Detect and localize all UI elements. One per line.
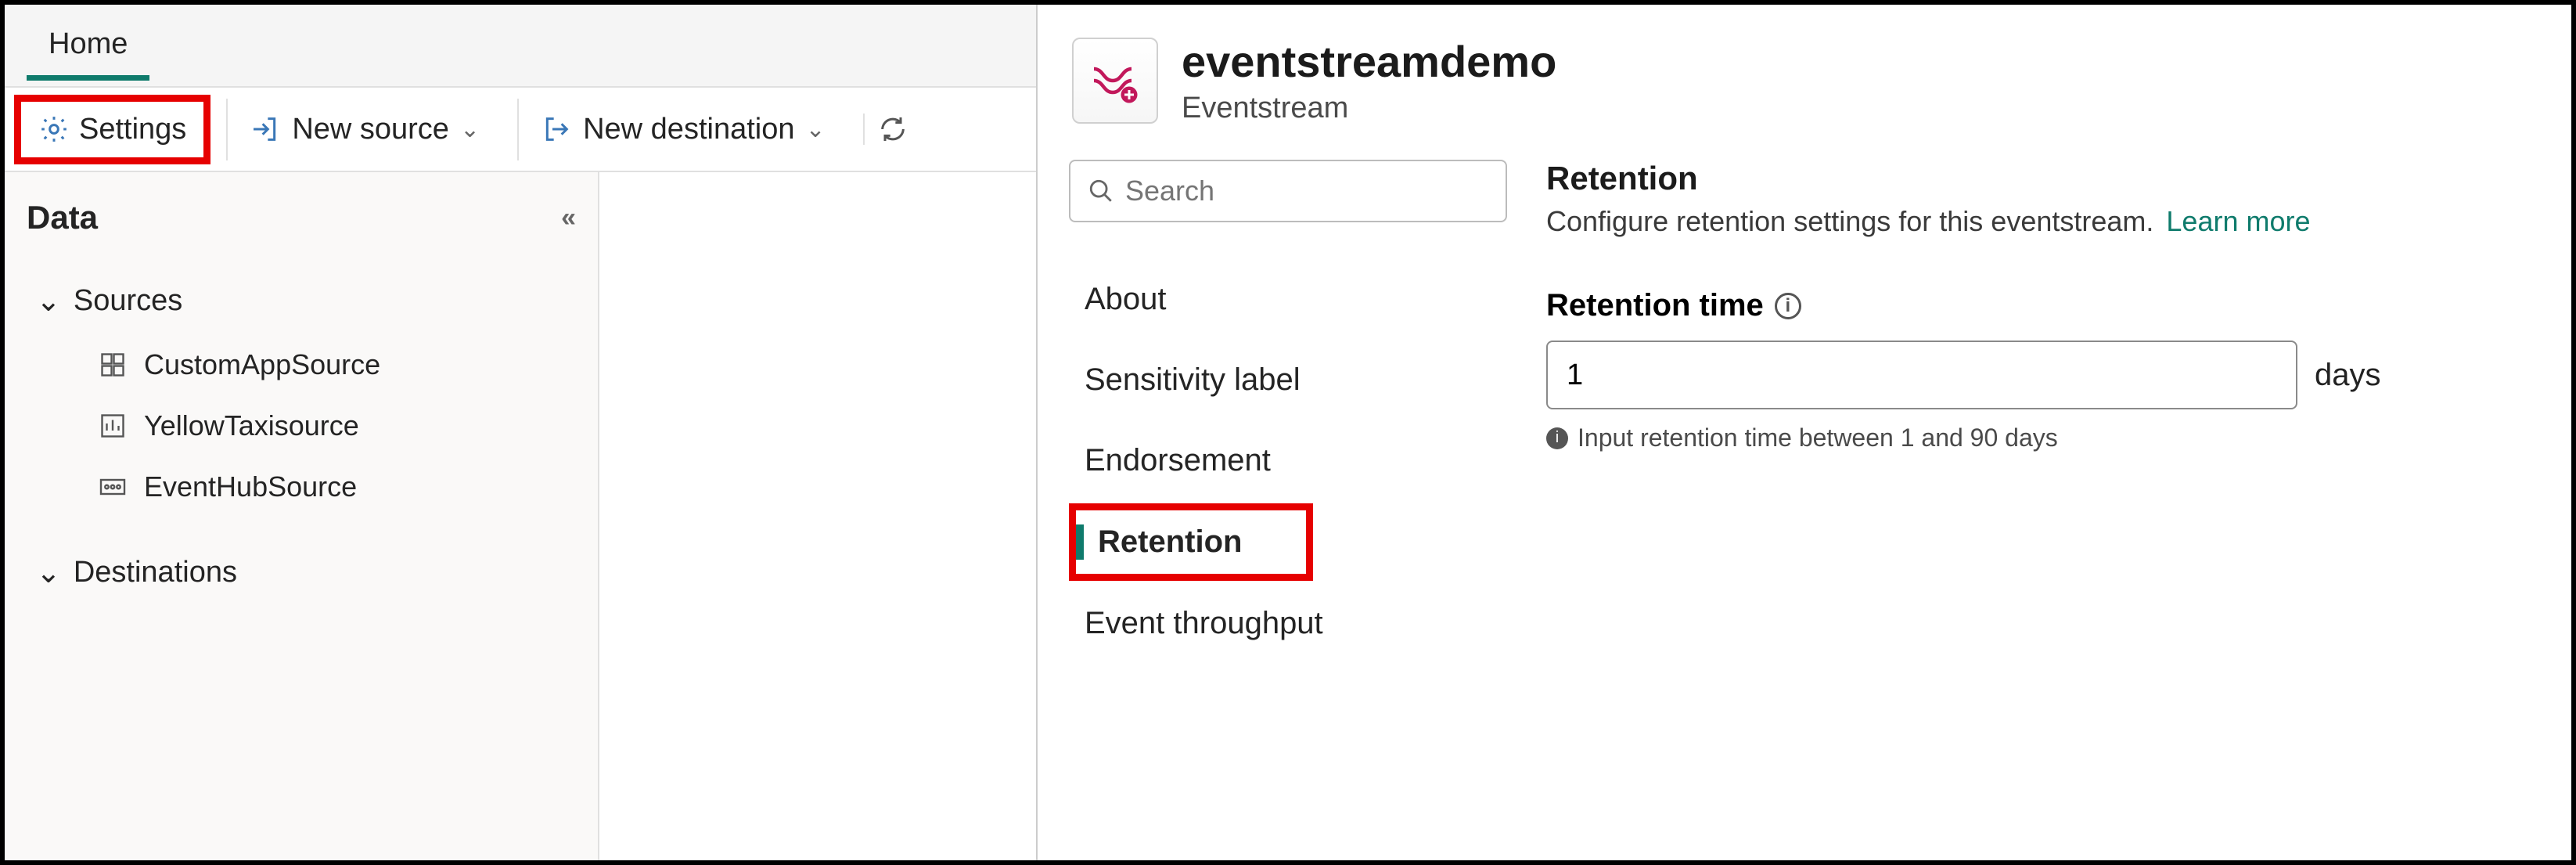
app-icon <box>97 349 128 380</box>
lower-left: Data « ⌄ Sources CustomAppSource <box>5 171 1036 860</box>
refresh-icon <box>877 114 908 145</box>
flyout-nav: About Sensitivity label Endorsement Rete… <box>1038 146 1538 860</box>
source-item-customapp[interactable]: CustomAppSource <box>27 334 576 395</box>
chevron-down-icon: ⌄ <box>805 116 825 143</box>
source-label: CustomAppSource <box>144 348 380 381</box>
chevron-down-icon: ⌄ <box>36 283 61 319</box>
retention-desc: Configure retention settings for this ev… <box>1546 205 2524 238</box>
flyout-title: eventstreamdemo <box>1182 36 1556 87</box>
new-source-button[interactable]: New source ⌄ <box>226 99 502 160</box>
tab-home[interactable]: Home <box>27 13 149 81</box>
data-panel-title: Data <box>27 199 98 236</box>
sources-group[interactable]: ⌄ Sources <box>27 268 576 334</box>
info-solid-icon: i <box>1546 427 1568 449</box>
retention-hint: i Input retention time between 1 and 90 … <box>1546 423 2524 452</box>
nav-retention-label: Retention <box>1076 524 1306 560</box>
toolbar: Settings New source ⌄ New destination ⌄ <box>5 86 1036 171</box>
main-app-region: Home Settings New source ⌄ <box>5 5 1036 860</box>
chevron-down-icon: ⌄ <box>36 555 61 590</box>
collapse-icon[interactable]: « <box>561 203 576 233</box>
gear-icon <box>38 114 70 145</box>
flyout-header: eventstreamdemo Eventstream <box>1038 5 2571 146</box>
flyout-subtitle: Eventstream <box>1182 92 1556 125</box>
data-panel: Data « ⌄ Sources CustomAppSource <box>5 172 599 860</box>
retention-heading: Retention <box>1546 160 2524 197</box>
retention-time-input[interactable] <box>1546 341 2297 409</box>
search-input-wrap[interactable] <box>1069 160 1507 222</box>
retention-hint-text: Input retention time between 1 and 90 da… <box>1578 423 2058 452</box>
chevron-down-icon: ⌄ <box>460 116 480 143</box>
eventstream-icon <box>1072 38 1158 124</box>
source-item-eventhub[interactable]: EventHubSource <box>27 456 576 517</box>
retention-time-label-text: Retention time <box>1546 288 1764 323</box>
chart-icon <box>97 410 128 442</box>
source-label: EventHubSource <box>144 470 357 503</box>
info-icon[interactable]: i <box>1775 293 1801 319</box>
search-icon <box>1088 178 1114 204</box>
nav-endorsement[interactable]: Endorsement <box>1069 423 1507 499</box>
retention-desc-text: Configure retention settings for this ev… <box>1546 205 2153 237</box>
search-input[interactable] <box>1125 175 1489 207</box>
refresh-button[interactable] <box>863 114 921 145</box>
tab-bar: Home <box>5 5 1036 80</box>
destinations-group[interactable]: ⌄ Destinations <box>27 539 576 606</box>
new-source-label: New source <box>292 113 449 146</box>
new-destination-label: New destination <box>583 113 794 146</box>
learn-more-link[interactable]: Learn more <box>2166 205 2310 237</box>
eventhub-icon <box>97 471 128 503</box>
source-item-yellowtaxi[interactable]: YellowTaxisource <box>27 395 576 456</box>
settings-flyout: eventstreamdemo Eventstream About Sensit… <box>1036 5 2571 860</box>
source-label: YellowTaxisource <box>144 409 359 442</box>
settings-button[interactable]: Settings <box>14 95 210 164</box>
nav-sensitivity[interactable]: Sensitivity label <box>1069 342 1507 418</box>
destinations-label: Destinations <box>74 556 237 589</box>
retention-section: Retention Configure retention settings f… <box>1538 146 2571 860</box>
sources-label: Sources <box>74 284 182 318</box>
settings-label: Settings <box>79 113 186 146</box>
arrow-out-icon <box>541 114 572 145</box>
canvas-area[interactable] <box>599 172 1036 860</box>
nav-about[interactable]: About <box>1069 261 1507 337</box>
new-destination-button[interactable]: New destination ⌄ <box>517 99 847 160</box>
arrow-in-icon <box>250 114 281 145</box>
nav-retention[interactable]: Retention <box>1069 503 1313 581</box>
retention-time-label: Retention time i <box>1546 288 2524 323</box>
days-suffix: days <box>2315 358 2381 393</box>
nav-throughput[interactable]: Event throughput <box>1069 586 1507 661</box>
